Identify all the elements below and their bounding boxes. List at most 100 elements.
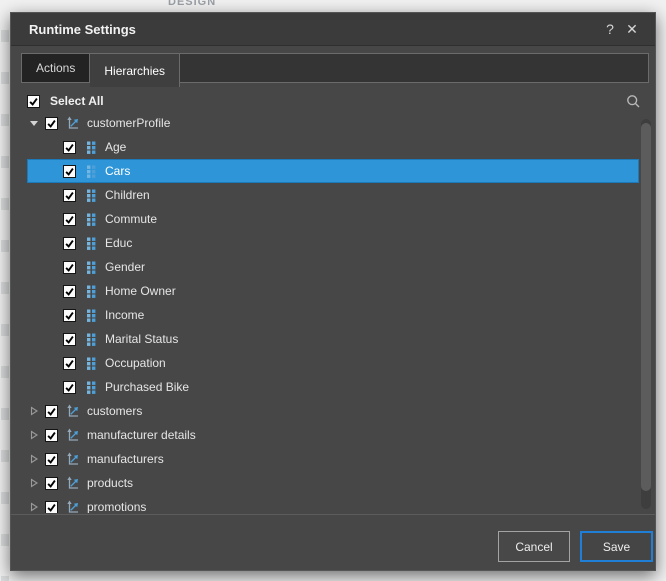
tree-row-label: Educ <box>105 236 132 250</box>
row-checkbox[interactable] <box>63 333 76 346</box>
hierarchy-icon <box>66 404 80 418</box>
row-checkbox[interactable] <box>45 405 58 418</box>
expand-arrow-icon <box>29 118 39 128</box>
dialog-footer: Cancel Save <box>11 514 655 571</box>
row-checkbox[interactable] <box>63 357 76 370</box>
row-checkbox[interactable] <box>63 213 76 226</box>
attribute-icon <box>84 308 98 322</box>
tree-row-label: Gender <box>105 260 145 274</box>
tree-row-label: Age <box>105 140 126 154</box>
row-checkbox[interactable] <box>45 117 58 130</box>
tree-row[interactable]: Cars <box>27 159 639 183</box>
attribute-icon <box>84 164 98 178</box>
tree-row-label: customerProfile <box>87 116 170 130</box>
row-checkbox[interactable] <box>63 309 76 322</box>
hierarchy-icon <box>66 500 80 513</box>
background-left-toolbar <box>1 30 9 581</box>
attribute-icon <box>84 236 98 250</box>
attribute-icon <box>84 284 98 298</box>
tree-row-label: manufacturers <box>87 452 164 466</box>
tree-row[interactable]: Occupation <box>27 351 639 375</box>
tree-row-label: products <box>87 476 133 490</box>
dialog-title: Runtime Settings <box>29 22 599 37</box>
tree-row-label: promotions <box>87 500 146 513</box>
tree-row-label: customers <box>87 404 142 418</box>
tab-strip: Actions Hierarchies <box>21 53 649 83</box>
dialog-titlebar: Runtime Settings ? ✕ <box>11 13 655 46</box>
tree-row[interactable]: customerProfile <box>27 111 639 135</box>
row-checkbox[interactable] <box>63 381 76 394</box>
attribute-icon <box>84 380 98 394</box>
arrow-slot[interactable] <box>29 430 45 440</box>
tab-actions[interactable]: Actions <box>22 54 90 82</box>
collapse-arrow-icon <box>29 454 39 464</box>
tree-scrollbar[interactable] <box>641 119 651 509</box>
tree-row-label: manufacturer details <box>87 428 196 442</box>
select-all-label: Select All <box>50 94 104 108</box>
save-button[interactable]: Save <box>580 531 653 562</box>
row-checkbox[interactable] <box>63 141 76 154</box>
tree-row-label: Income <box>105 308 144 322</box>
tree-row[interactable]: Educ <box>27 231 639 255</box>
arrow-slot[interactable] <box>29 406 45 416</box>
attribute-icon <box>84 356 98 370</box>
arrow-slot[interactable] <box>29 454 45 464</box>
row-checkbox[interactable] <box>63 237 76 250</box>
tree-row[interactable]: Purchased Bike <box>27 375 639 399</box>
cancel-button[interactable]: Cancel <box>498 531 570 562</box>
hierarchy-icon <box>66 116 80 130</box>
search-icon[interactable] <box>626 94 641 109</box>
tree-row-label: Home Owner <box>105 284 176 298</box>
tab-actions-label: Actions <box>36 61 75 75</box>
arrow-slot[interactable] <box>29 502 45 512</box>
close-icon[interactable]: ✕ <box>621 21 643 38</box>
attribute-icon <box>84 260 98 274</box>
row-checkbox[interactable] <box>63 165 76 178</box>
row-checkbox[interactable] <box>45 477 58 490</box>
row-checkbox[interactable] <box>45 429 58 442</box>
collapse-arrow-icon <box>29 430 39 440</box>
tree-row[interactable]: products <box>27 471 639 495</box>
tree-row[interactable]: Marital Status <box>27 327 639 351</box>
tree-row[interactable]: Age <box>27 135 639 159</box>
tree-row[interactable]: promotions <box>27 495 639 513</box>
tab-hierarchies[interactable]: Hierarchies <box>90 54 180 87</box>
attribute-icon <box>84 188 98 202</box>
select-all-checkbox[interactable] <box>27 95 40 108</box>
arrow-slot[interactable] <box>29 118 45 128</box>
tree-row[interactable]: manufacturers <box>27 447 639 471</box>
row-checkbox[interactable] <box>63 261 76 274</box>
collapse-arrow-icon <box>29 478 39 488</box>
tree-row-label: Cars <box>105 164 130 178</box>
row-checkbox[interactable] <box>63 189 76 202</box>
hierarchy-icon <box>66 428 80 442</box>
hierarchy-icon <box>66 452 80 466</box>
help-icon[interactable]: ? <box>599 21 621 37</box>
tree-row-label: Children <box>105 188 150 202</box>
tree-row[interactable]: Gender <box>27 255 639 279</box>
tab-hierarchies-label: Hierarchies <box>104 64 165 78</box>
row-checkbox[interactable] <box>45 453 58 466</box>
attribute-icon <box>84 212 98 226</box>
tree-row[interactable]: customers <box>27 399 639 423</box>
select-all-row: Select All <box>27 92 641 110</box>
tree: customerProfile Age <box>27 111 639 513</box>
runtime-settings-dialog: Runtime Settings ? ✕ Actions Hierarchies… <box>10 12 656 571</box>
background-ribbon-text: DESIGN <box>168 0 216 8</box>
tree-row[interactable]: Income <box>27 303 639 327</box>
collapse-arrow-icon <box>29 406 39 416</box>
attribute-icon <box>84 140 98 154</box>
tree-row[interactable]: Children <box>27 183 639 207</box>
arrow-slot[interactable] <box>29 478 45 488</box>
tree-row[interactable]: Commute <box>27 207 639 231</box>
row-checkbox[interactable] <box>63 285 76 298</box>
attribute-icon <box>84 332 98 346</box>
collapse-arrow-icon <box>29 502 39 512</box>
tree-row-label: Occupation <box>105 356 166 370</box>
tree-row-label: Commute <box>105 212 157 226</box>
row-checkbox[interactable] <box>45 501 58 514</box>
tree-row-label: Marital Status <box>105 332 178 346</box>
tree-row[interactable]: manufacturer details <box>27 423 639 447</box>
scrollbar-thumb[interactable] <box>641 123 651 491</box>
tree-row[interactable]: Home Owner <box>27 279 639 303</box>
